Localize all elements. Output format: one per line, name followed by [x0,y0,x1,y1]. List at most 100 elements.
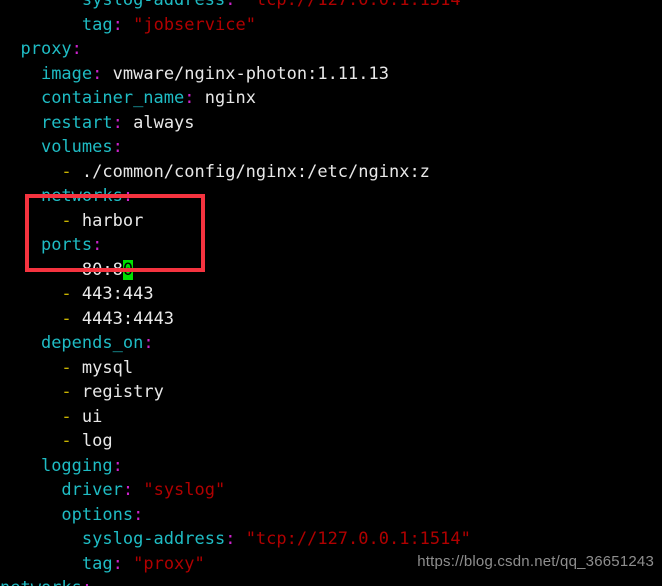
code-line: - 80:80 [0,258,662,283]
code-line: logging: [0,454,662,479]
yaml-value: "proxy" [133,553,205,574]
code-line: - registry [0,380,662,405]
yaml-key: restart [40,112,113,133]
list-dash: - [61,308,72,329]
code-line: - 443:443 [0,282,662,307]
yaml-key: tag [81,14,113,35]
yaml-value: 443:443 [81,284,154,304]
code-line: image: vmware/nginx-photon:1.11.13 [0,62,662,87]
yaml-key: ports [40,235,93,255]
code-line: ports: [0,233,662,258]
code-line: - ./common/config/nginx:/etc/nginx:z [0,160,662,185]
yaml-value: "jobservice" [133,14,256,35]
yaml-key: driver [61,480,123,500]
list-dash: - [61,161,72,182]
yaml-value: "tcp://127.0.0.1:1514" [245,529,471,549]
yaml-key: networks [0,578,82,586]
yaml-key: depends_on [40,333,144,353]
yaml-value: vmware/nginx-photon:1.11.13 [112,63,389,84]
yaml-key: syslog-address [81,529,226,549]
yaml-colon: : [122,480,134,500]
yaml-colon: : [122,186,134,206]
code-line: - 4443:4443 [0,307,662,332]
yaml-colon: : [92,63,103,84]
yaml-colon: : [112,112,123,133]
code-line: tag: "jobservice" [0,13,662,38]
code-line: container_name: nginx [0,86,662,111]
code-line: proxy: [0,37,662,62]
code-line: networks: [0,576,662,586]
code-line: - mysql [0,356,662,381]
list-dash: - [61,357,72,378]
yaml-value: always [133,112,195,133]
list-dash: - [61,406,72,427]
text-cursor[interactable]: 0 [122,259,134,280]
yaml-value: harbor [81,210,144,231]
code-line: networks: [0,184,662,209]
yaml-value: "syslog" [143,480,226,500]
terminal-screen: syslog-address: "tcp://127.0.0.1:1514" t… [0,0,662,586]
yaml-colon: : [225,529,236,549]
code-line: volumes: [0,135,662,160]
list-dash: - [61,210,72,231]
yaml-key: tag [81,553,113,574]
yaml-colon: : [112,455,123,476]
yaml-key: container_name [40,88,185,108]
code-line: options: [0,503,662,528]
yaml-key: options [61,504,134,525]
yaml-value: ./common/config/nginx:/etc/nginx:z [81,161,430,182]
code-line: - log [0,429,662,454]
yaml-colon: : [184,88,195,108]
yaml-value: nginx [204,88,256,108]
yaml-colon: : [71,39,82,59]
yaml-colon: : [133,504,144,525]
yaml-colon: : [112,14,123,35]
yaml-key: volumes [40,137,113,157]
code-line: restart: always [0,111,662,136]
code-line: driver: "syslog" [0,478,662,503]
yaml-value: ui [81,406,103,427]
yaml-value: mysql [81,357,134,378]
list-dash: - [61,382,72,402]
yaml-colon: : [82,578,92,586]
yaml-key: logging [40,455,113,476]
code-line: - harbor [0,209,662,234]
yaml-code-block[interactable]: syslog-address: "tcp://127.0.0.1:1514" t… [0,0,662,586]
code-line: depends_on: [0,331,662,356]
yaml-value: 4443:4443 [81,308,175,329]
